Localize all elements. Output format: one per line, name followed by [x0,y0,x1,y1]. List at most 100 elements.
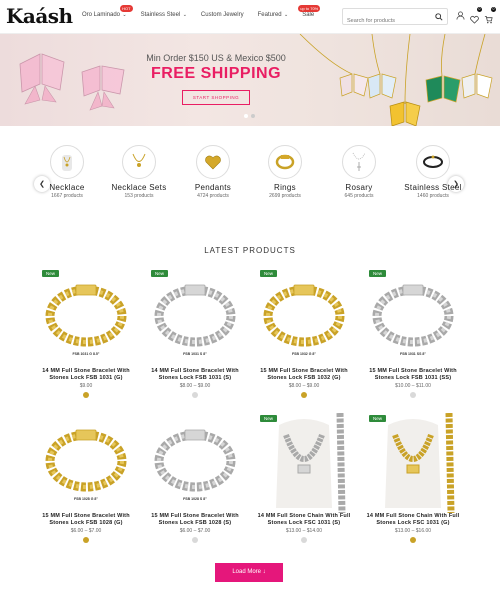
site-header: Kaásh Oro Laminado ⌄ HOT Stainless Steel … [0,0,500,34]
new-badge: New [42,270,60,277]
color-swatch[interactable] [301,392,307,398]
nav-custom-jewelry[interactable]: Custom Jewelry [201,12,244,18]
product-card[interactable]: New FSB 1031 G 8.5" 14 MM Full Stone Brace… [36,268,136,408]
product-title[interactable]: 15 MM Full Stone Bracelet With Stones Lo… [145,513,245,527]
hero-free-shipping-heading: FREE SHIPPING [150,65,282,82]
nav-stainless-steel[interactable]: Stainless Steel ⌄ [141,12,187,18]
hero-min-order-text: Min Order $150 US & Mexico $500 [146,53,286,63]
color-swatch[interactable] [83,537,89,543]
product-title[interactable]: 15 MM Full Stone Bracelet With Stones Lo… [363,368,463,382]
product-card[interactable]: New FSB 1031 SS 8" 15 MM Full Stone Bracel… [363,268,463,408]
category-name: Pendants [194,183,232,192]
color-swatch[interactable] [410,537,416,543]
category-count: 1460 products [417,193,449,199]
product-card[interactable]: New 14 MM Full Stone Chain With Full Ston… [363,413,463,553]
category-count: 645 products [344,193,374,199]
color-swatch[interactable] [410,392,416,398]
cart-count: 0 [491,7,496,12]
chevron-down-icon: ⌄ [181,12,187,18]
nav-label: Featured [257,12,282,18]
user-icon[interactable] [456,11,465,20]
hero-banner[interactable]: Min Order $150 US & Mexico $500 FREE SHI… [0,34,500,126]
cart-button[interactable]: 0 [484,7,496,24]
product-card[interactable]: New 14 MM Full Stone Chain With Full Ston… [254,413,354,553]
product-price: $6.00 – $7.00 [179,528,211,534]
new-badge: New [260,415,278,422]
chevron-down-icon: ⌄ [282,12,289,18]
color-swatch[interactable] [301,537,307,543]
product-price: $6.00 – $7.00 [70,528,102,534]
rosary-icon [342,145,376,179]
ring-icon [268,145,302,179]
hero-pagination [244,114,255,118]
category-stainless-steel[interactable]: Stainless Steel 1460 products [400,140,466,199]
nav-oro-laminado[interactable]: Oro Laminado ⌄ HOT [82,5,133,18]
product-price: $13.00 – $16.00 [394,528,432,534]
product-card[interactable]: New FSB 1032 G 8" 15 MM Full Stone Bracele… [254,268,354,408]
product-price: $8.00 – $9.00 [288,383,320,389]
product-card[interactable]: FSB 1028 G 8" 15 MM Full Stone Bracelet W… [36,413,136,553]
product-code-label: FSB 1032 G 8" [291,352,317,356]
product-title[interactable]: 15 MM Full Stone Bracelet With Stones Lo… [254,368,354,382]
category-carousel: ❮ ❯ Necklace 1667 products Necklace Sets… [0,140,500,212]
product-code-label: FSB 1031 SS 8" [400,352,426,356]
product-image[interactable] [254,413,354,513]
search-box [342,8,448,29]
category-name: Necklace Sets [111,183,167,192]
category-name: Rosary [345,183,373,192]
category-count: 153 products [124,193,154,199]
product-title[interactable]: 14 MM Full Stone Bracelet With Stones Lo… [36,368,136,382]
main-nav: Oro Laminado ⌄ HOT Stainless Steel ⌄ Cust… [82,5,328,18]
nav-featured[interactable]: Featured ⌄ [258,12,289,18]
header-icons: 0 0 [456,7,496,24]
product-price: $8.00 – $9.00 [179,383,211,389]
hero-dot[interactable] [251,114,255,118]
category-rosary[interactable]: Rosary 645 products [326,140,392,199]
color-swatch[interactable] [83,392,89,398]
category-necklace-sets[interactable]: Necklace Sets 153 products [106,140,172,199]
color-swatch[interactable] [192,392,198,398]
product-price: $10.00 – $11.00 [395,383,431,389]
product-image[interactable] [363,413,463,513]
product-card[interactable]: New FSB 1031 S 8" 14 MM Full Stone Bracele… [145,268,245,408]
color-swatch[interactable] [192,537,198,543]
product-price: $9.00 [79,383,93,389]
category-pendants[interactable]: Pendants 4724 products [180,140,246,199]
wishlist-button[interactable]: 0 [470,7,482,24]
category-necklace[interactable]: Necklace 1667 products [34,140,100,199]
new-badge: New [260,270,278,277]
product-price: $13.00 – $14.00 [285,528,323,534]
hero-dot-active[interactable] [244,114,248,118]
product-title[interactable]: 14 MM Full Stone Chain With Full Stones … [363,513,463,527]
sale-badge: up to 70% [298,5,321,12]
category-rings[interactable]: Rings 2699 products [252,140,318,199]
latest-products-heading: LATEST PRODUCTS [204,246,296,255]
nav-label: Custom Jewelry [200,12,244,18]
load-more-button[interactable]: Load More ↓ [215,563,283,582]
nav-label: Oro Laminado [82,12,121,18]
product-code-label: FSB 1028 G 8" [73,497,99,501]
new-badge: New [369,415,387,422]
start-shopping-button[interactable]: START SHOPPING [182,90,250,105]
search-icon[interactable] [435,13,443,21]
category-name: Stainless Steel [404,183,462,192]
nav-sale[interactable]: Sale up to 70% [298,5,321,18]
cart-icon [484,15,493,24]
search-input[interactable] [343,13,431,29]
wishlist-count: 0 [477,7,482,12]
product-title[interactable]: 14 MM Full Stone Bracelet With Stones Lo… [145,368,245,382]
product-code-label: FSB 1028 S 8" [183,497,207,501]
category-count: 4724 products [197,193,229,199]
product-code-label: FSB 1031 G 8.5" [72,352,100,356]
nav-label: Sale [302,12,315,18]
pendant-icon [196,145,230,179]
product-title[interactable]: 15 MM Full Stone Bracelet With Stones Lo… [36,513,136,527]
category-name: Rings [274,183,296,192]
product-card[interactable]: FSB 1028 S 8" 15 MM Full Stone Bracelet W… [145,413,245,553]
site-logo[interactable]: Kaásh [6,4,73,28]
category-name: Necklace [49,183,85,192]
heart-icon [470,16,479,24]
category-count: 2699 products [269,193,301,199]
new-badge: New [151,270,169,277]
product-title[interactable]: 14 MM Full Stone Chain With Full Stones … [254,513,354,527]
